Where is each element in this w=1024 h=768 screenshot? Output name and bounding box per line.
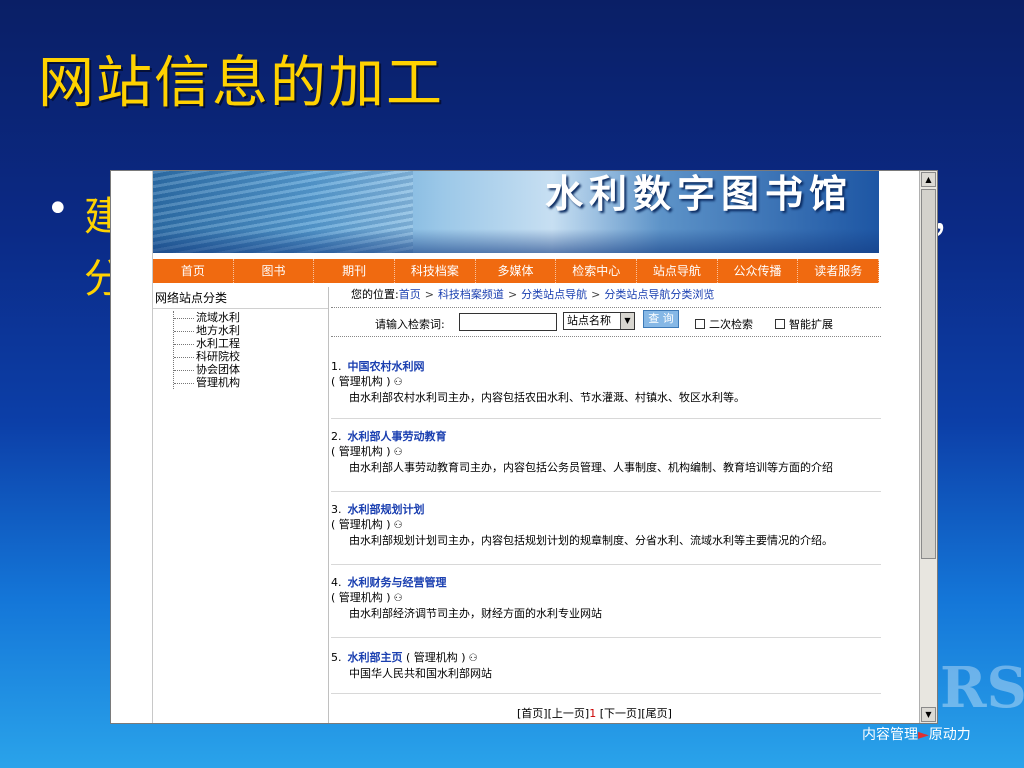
search-button[interactable]: 查 询 <box>643 310 679 328</box>
result-description: 由水利部经济调节司主办，财经方面的水利专业网站 <box>349 607 602 620</box>
tree-item-research[interactable]: 科研院校 <box>174 350 328 363</box>
result-item: 5. 水利部主页 ( 管理机构 ) ⚇ 中国华人民共和国水利部网站 <box>331 638 881 694</box>
smart-expand-checkbox[interactable]: 智能扩展 <box>775 316 833 332</box>
result-number: 4. <box>331 576 342 589</box>
tree-item-associations[interactable]: 协会团体 <box>174 363 328 376</box>
breadcrumb-site-guide[interactable]: 分类站点导航 <box>521 288 587 301</box>
brand-text-2: 原动力 <box>928 727 971 743</box>
result-number: 5. <box>331 651 342 664</box>
breadcrumb-archives[interactable]: 科技档案频道 <box>438 288 504 301</box>
result-number: 2. <box>331 430 342 443</box>
result-category: ( 管理机构 ) <box>331 591 391 604</box>
sidebar-title: 网络站点分类 <box>153 287 328 309</box>
result-title[interactable]: 水利部人事劳动教育 <box>348 430 447 443</box>
website-screenshot: 水利数字图书馆 首页 图书 期刊 科技档案 多媒体 检索中心 站点导航 公众传播… <box>110 170 938 724</box>
search-input[interactable] <box>459 313 557 331</box>
banner-shade <box>153 229 879 253</box>
scroll-up-icon[interactable]: ▲ <box>921 172 936 187</box>
secondary-search-label: 二次检索 <box>709 318 753 331</box>
search-field-select[interactable]: 站点名称 ▼ <box>563 312 635 330</box>
result-description: 中国华人民共和国水利部网站 <box>349 667 492 680</box>
scroll-thumb[interactable] <box>921 189 936 559</box>
left-margin <box>111 171 153 723</box>
binoculars-icon[interactable]: ⚇ <box>394 445 403 460</box>
main-content: 您的位置:首页 > 科技档案频道 > 分类站点导航 > 分类站点导航分类浏览 请输入检索词:… <box>331 287 881 723</box>
secondary-search-checkbox[interactable]: 二次检索 <box>695 316 753 332</box>
result-description: 由水利部规划计划司主办，内容包括规划计划的规章制度、分省水利、流域水利等主要情况… <box>349 534 833 547</box>
nav-archives[interactable]: 科技档案 <box>395 259 476 283</box>
tree-item-local[interactable]: 地方水利 <box>174 324 328 337</box>
chevron-down-icon[interactable]: ▼ <box>620 313 634 329</box>
nav-journals[interactable]: 期刊 <box>314 259 396 283</box>
result-number: 1. <box>331 360 342 373</box>
category-tree: 流域水利 地方水利 水利工程 科研院校 协会团体 管理机构 <box>173 311 328 389</box>
breadcrumb-browse[interactable]: 分类站点导航分类浏览 <box>604 288 714 301</box>
smart-expand-label: 智能扩展 <box>789 318 833 331</box>
nav-books[interactable]: 图书 <box>234 259 315 283</box>
binoculars-icon[interactable]: ⚇ <box>469 651 478 666</box>
brand-slogan: 内容管理►原动力 <box>862 724 971 744</box>
breadcrumb-home[interactable]: 首页 <box>399 288 421 301</box>
site-banner: 水利数字图书馆 <box>153 171 879 253</box>
nav-reader-service[interactable]: 读者服务 <box>798 259 880 283</box>
tree-item-engineering[interactable]: 水利工程 <box>174 337 328 350</box>
pagination: [首页][上一页]1 [下一页][尾页] <box>517 705 672 721</box>
scroll-down-icon[interactable]: ▼ <box>921 707 936 722</box>
search-bar: 请输入检索词: 站点名称 ▼ 查 询 二次检索 智能扩展 <box>331 307 881 337</box>
result-item: 2. 水利部人事劳动教育 ( 管理机构 ) ⚇ 由水利部人事劳动教育司主办，内容包括… <box>331 419 881 492</box>
result-description: 由水利部农村水利司主办，内容包括农田水利、节水灌溉、村镇水、牧区水利等。 <box>349 391 745 404</box>
search-field-value: 站点名称 <box>567 314 611 327</box>
result-title[interactable]: 水利财务与经营管理 <box>348 576 447 589</box>
brand-text-1: 内容管理 <box>862 727 918 743</box>
checkbox-icon[interactable] <box>775 319 785 329</box>
sidebar: 网络站点分类 流域水利 地方水利 水利工程 科研院校 协会团体 管理机构 <box>153 287 329 723</box>
result-category: ( 管理机构 ) <box>331 518 391 531</box>
tree-item-basin[interactable]: 流域水利 <box>174 311 328 324</box>
site-title: 水利数字图书馆 <box>545 172 854 216</box>
page-prev[interactable]: [上一页] <box>548 707 590 720</box>
breadcrumb-sep: > <box>424 288 434 301</box>
bullet-dot: • <box>46 186 70 232</box>
breadcrumb: 您的位置:首页 > 科技档案频道 > 分类站点导航 > 分类站点导航分类浏览 <box>331 287 881 303</box>
result-number: 3. <box>331 503 342 516</box>
breadcrumb-prefix: 您的位置: <box>351 288 399 301</box>
nav-public[interactable]: 公众传播 <box>718 259 799 283</box>
page-last[interactable]: [尾页] <box>641 707 672 720</box>
page-current: 1 <box>589 707 597 720</box>
result-title[interactable]: 水利部规划计划 <box>348 503 425 516</box>
main-nav: 首页 图书 期刊 科技档案 多媒体 检索中心 站点导航 公众传播 读者服务 <box>153 259 880 283</box>
result-category: ( 管理机构 ) <box>331 375 391 388</box>
binoculars-icon[interactable]: ⚇ <box>394 518 403 533</box>
result-list: 1. 中国农村水利网 ( 管理机构 ) ⚇ 由水利部农村水利司主办，内容包括农田水利… <box>331 357 881 694</box>
breadcrumb-sep: > <box>591 288 601 301</box>
nav-site-guide[interactable]: 站点导航 <box>637 259 718 283</box>
result-category: ( 管理机构 ) <box>331 445 391 458</box>
result-category: ( 管理机构 ) <box>406 651 466 664</box>
slide-title: 网站信息的加工 <box>38 51 444 116</box>
page-next[interactable]: [下一页] <box>600 707 642 720</box>
binoculars-icon[interactable]: ⚇ <box>394 591 403 606</box>
result-item: 4. 水利财务与经营管理 ( 管理机构 ) ⚇ 由水利部经济调节司主办，财经方面的水… <box>331 565 881 638</box>
nav-multimedia[interactable]: 多媒体 <box>476 259 557 283</box>
vertical-scrollbar[interactable]: ▲ ▼ <box>919 171 937 723</box>
binoculars-icon[interactable]: ⚇ <box>394 375 403 390</box>
result-description: 由水利部人事劳动教育司主办，内容包括公务员管理、人事制度、机构编制、教育培训等方… <box>349 461 833 474</box>
breadcrumb-sep: > <box>507 288 518 301</box>
website-page: 水利数字图书馆 首页 图书 期刊 科技档案 多媒体 检索中心 站点导航 公众传播… <box>153 171 921 723</box>
nav-search-center[interactable]: 检索中心 <box>556 259 638 283</box>
nav-home[interactable]: 首页 <box>153 259 234 283</box>
arrow-icon: ► <box>918 727 929 743</box>
result-title[interactable]: 中国农村水利网 <box>348 360 425 373</box>
checkbox-icon[interactable] <box>695 319 705 329</box>
result-item: 1. 中国农村水利网 ( 管理机构 ) ⚇ 由水利部农村水利司主办，内容包括农田水利… <box>331 357 881 419</box>
search-label: 请输入检索词: <box>375 318 445 331</box>
page-first[interactable]: [首页] <box>517 707 548 720</box>
brand-logo: RS <box>940 655 1024 721</box>
result-title[interactable]: 水利部主页 <box>348 651 403 664</box>
result-item: 3. 水利部规划计划 ( 管理机构 ) ⚇ 由水利部规划计划司主办，内容包括规划计划… <box>331 492 881 565</box>
tree-item-management[interactable]: 管理机构 <box>174 376 328 389</box>
